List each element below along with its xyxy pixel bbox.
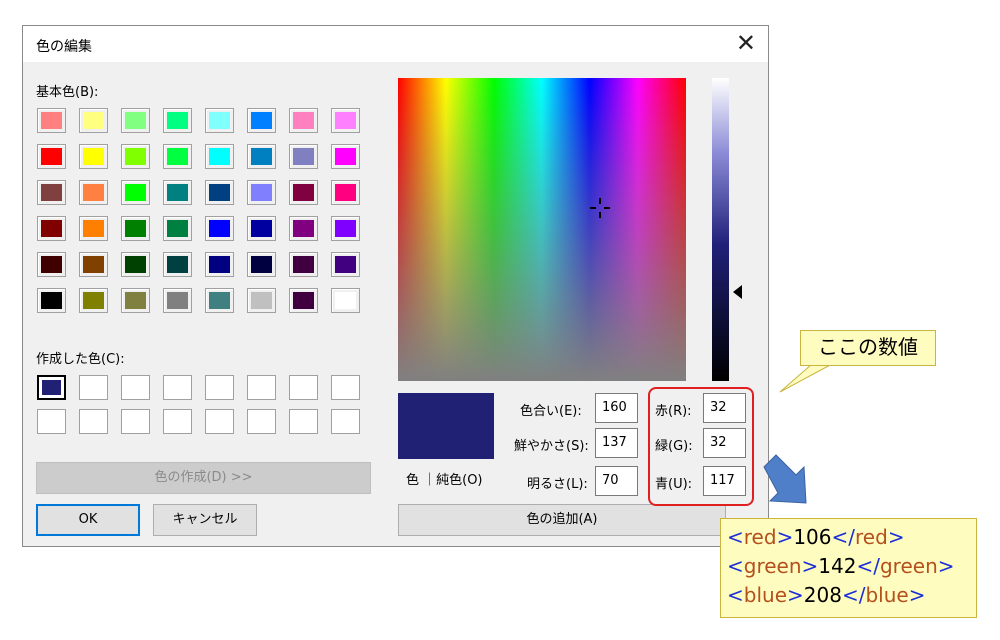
xml-line-blue: <blue>208</blue>	[727, 583, 926, 607]
xml-snippet-box: <red>106</red> <green>142</green> <blue>…	[720, 518, 977, 618]
xml-line-green: <green>142</green>	[727, 554, 955, 578]
xml-line-red: <red>106</red>	[727, 525, 905, 549]
down-right-arrow-icon	[763, 454, 807, 504]
callout-box: ここの数値	[800, 330, 936, 366]
